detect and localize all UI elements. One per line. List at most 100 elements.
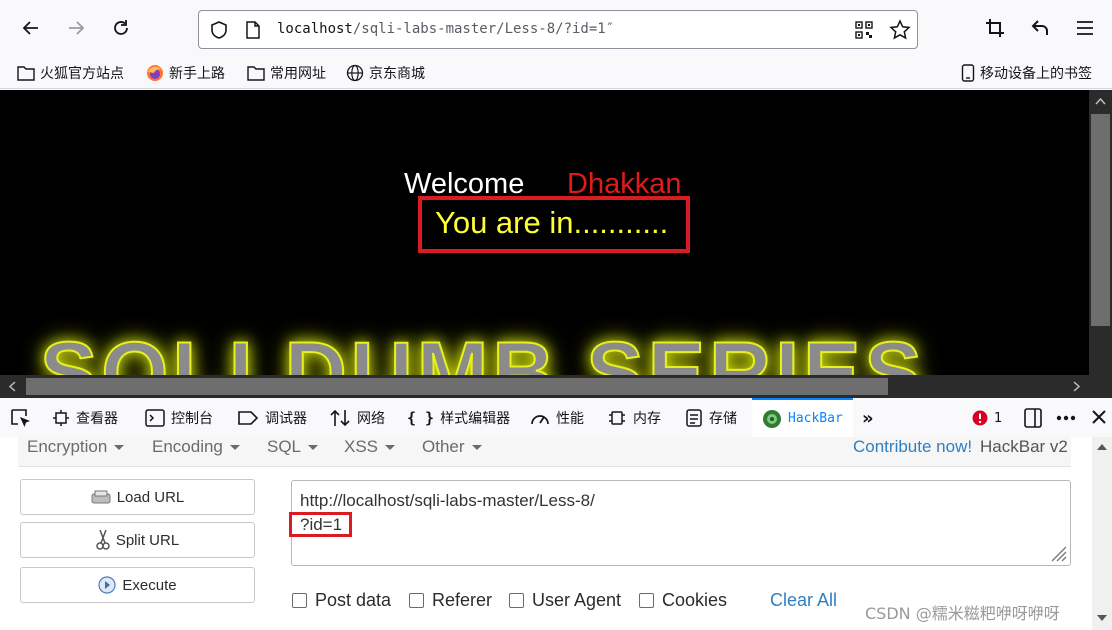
bookmark-label: 新手上路: [169, 66, 225, 82]
tab-label: 样式编辑器: [440, 411, 511, 427]
undo-button[interactable]: [1026, 14, 1054, 42]
folder-icon: [17, 66, 35, 81]
vertical-scroll-thumb[interactable]: [1091, 114, 1110, 326]
url-text[interactable]: localhost/sqli-labs-master/Less-8/?id=1″: [277, 21, 614, 37]
split-url-button[interactable]: Split URL: [20, 522, 255, 558]
hackbar-icon: [763, 409, 781, 428]
menu-xss[interactable]: XSS: [344, 437, 396, 457]
checkbox-label: Post data: [315, 590, 392, 610]
reload-button[interactable]: [107, 14, 135, 42]
caret-down-icon: [385, 445, 396, 451]
checkbox-box[interactable]: [292, 593, 307, 608]
dock-side-icon[interactable]: [1024, 408, 1042, 428]
menu-other[interactable]: Other: [422, 437, 482, 457]
error-icon: [972, 410, 988, 426]
referer-checkbox[interactable]: Referer: [409, 590, 492, 611]
tab-hackbar[interactable]: HackBar: [752, 398, 853, 437]
clear-all-link[interactable]: Clear All: [770, 590, 837, 611]
tab-console[interactable]: 控制台: [145, 408, 213, 428]
bookmark-item-jd[interactable]: 京东商城: [346, 62, 425, 84]
execute-button[interactable]: Execute: [20, 567, 255, 603]
bookmark-item-common-sites[interactable]: 常用网址: [247, 62, 326, 84]
more-tabs-button[interactable]: »: [862, 408, 874, 429]
performance-icon: [531, 415, 549, 425]
shield-icon[interactable]: [209, 20, 229, 40]
forward-button[interactable]: [62, 14, 90, 42]
button-label: Split URL: [115, 531, 180, 549]
tab-performance[interactable]: 性能: [530, 408, 584, 428]
checkbox-box[interactable]: [409, 593, 424, 608]
page-icon: [246, 21, 260, 39]
globe-icon: [346, 64, 364, 82]
back-button[interactable]: [17, 14, 45, 42]
scroll-right-icon[interactable]: [1073, 381, 1081, 392]
scroll-left-icon[interactable]: [8, 381, 16, 392]
menu-label: Other: [422, 437, 465, 456]
contribute-link[interactable]: Contribute now!: [853, 437, 972, 457]
mobile-bookmarks[interactable]: 移动设备上的书签: [961, 62, 1092, 84]
scroll-up-icon[interactable]: [1095, 97, 1106, 105]
more-options-icon[interactable]: [1056, 415, 1076, 421]
bookmark-label: 京东商城: [369, 66, 425, 82]
mobile-bookmarks-label: 移动设备上的书签: [980, 66, 1092, 82]
error-count: 1: [994, 410, 1003, 426]
debugger-icon: [238, 411, 259, 425]
resize-grip-icon[interactable]: [1047, 542, 1067, 562]
scroll-down-icon[interactable]: [1097, 615, 1107, 622]
reload-icon: [114, 20, 128, 35]
address-bar[interactable]: localhost/sqli-labs-master/Less-8/?id=1″: [198, 10, 918, 49]
horizontal-scrollbar[interactable]: [0, 375, 1112, 398]
user-agent-checkbox[interactable]: User Agent: [509, 590, 621, 611]
post-data-checkbox[interactable]: Post data: [292, 590, 391, 611]
menu-encryption[interactable]: Encryption: [27, 437, 125, 457]
menu-encoding[interactable]: Encoding: [152, 437, 240, 457]
menu-sql[interactable]: SQL: [267, 437, 319, 457]
url-textarea[interactable]: http://localhost/sqli-labs-master/Less-8…: [291, 480, 1071, 566]
menu-label: Encoding: [152, 437, 223, 456]
hackbar-menu: Encryption Encoding SQL XSS Other Contri…: [18, 437, 1071, 467]
bookmark-star-icon[interactable]: [889, 19, 911, 41]
scissors-icon: [96, 529, 110, 550]
screenshot-button[interactable]: [981, 14, 1009, 42]
scroll-up-icon[interactable]: [1097, 443, 1107, 450]
folder-icon: [247, 66, 265, 81]
tab-memory[interactable]: 内存: [607, 408, 661, 428]
button-label: Load URL: [116, 488, 185, 506]
tab-style-editor[interactable]: { } 样式编辑器: [407, 408, 510, 428]
tab-label: 性能: [556, 411, 584, 427]
checkbox-box[interactable]: [509, 593, 524, 608]
vertical-scrollbar[interactable]: [1089, 90, 1112, 376]
horizontal-scroll-thumb[interactable]: [26, 378, 888, 395]
load-url-button[interactable]: Load URL: [20, 479, 255, 515]
tab-label: 内存: [633, 411, 661, 427]
menu-button[interactable]: [1071, 14, 1099, 42]
checkbox-label: User Agent: [532, 590, 622, 610]
tab-debugger[interactable]: 调试器: [237, 408, 307, 428]
url-host: localhost: [277, 21, 353, 37]
button-label: Execute: [122, 576, 177, 594]
element-picker-icon[interactable]: [10, 408, 32, 428]
cookies-checkbox[interactable]: Cookies: [639, 590, 727, 611]
bookmark-item-getting-started[interactable]: 新手上路: [146, 62, 225, 84]
undo-icon: [1031, 20, 1048, 35]
error-count-badge[interactable]: 1: [972, 408, 1002, 428]
menu-label: Encryption: [27, 437, 108, 456]
panel-scrollbar[interactable]: [1092, 437, 1112, 630]
bookmarks-bar: 火狐官方站点 新手上路 常用网址 京东商城 移动设备上的书签: [0, 58, 1112, 89]
close-icon[interactable]: [1091, 409, 1107, 425]
caret-down-icon: [114, 445, 125, 451]
back-arrow-icon: [22, 21, 38, 35]
tab-storage[interactable]: 存储: [685, 408, 737, 428]
browser-toolbar: localhost/sqli-labs-master/Less-8/?id=1″: [0, 0, 1112, 58]
tab-inspector[interactable]: 查看器: [52, 408, 118, 428]
qr-code-icon[interactable]: [855, 21, 873, 39]
checkbox-label: Referer: [432, 590, 493, 610]
url-line-1: http://localhost/sqli-labs-master/Less-8…: [300, 491, 595, 510]
bookmark-label: 常用网址: [270, 66, 326, 82]
load-url-icon: [91, 490, 111, 504]
checkbox-box[interactable]: [639, 593, 654, 608]
tab-network[interactable]: 网络: [329, 408, 385, 428]
result-message: You are in...........: [435, 205, 669, 240]
bookmark-item-firefox-site[interactable]: 火狐官方站点: [17, 62, 124, 84]
hamburger-menu-icon: [1077, 21, 1093, 35]
